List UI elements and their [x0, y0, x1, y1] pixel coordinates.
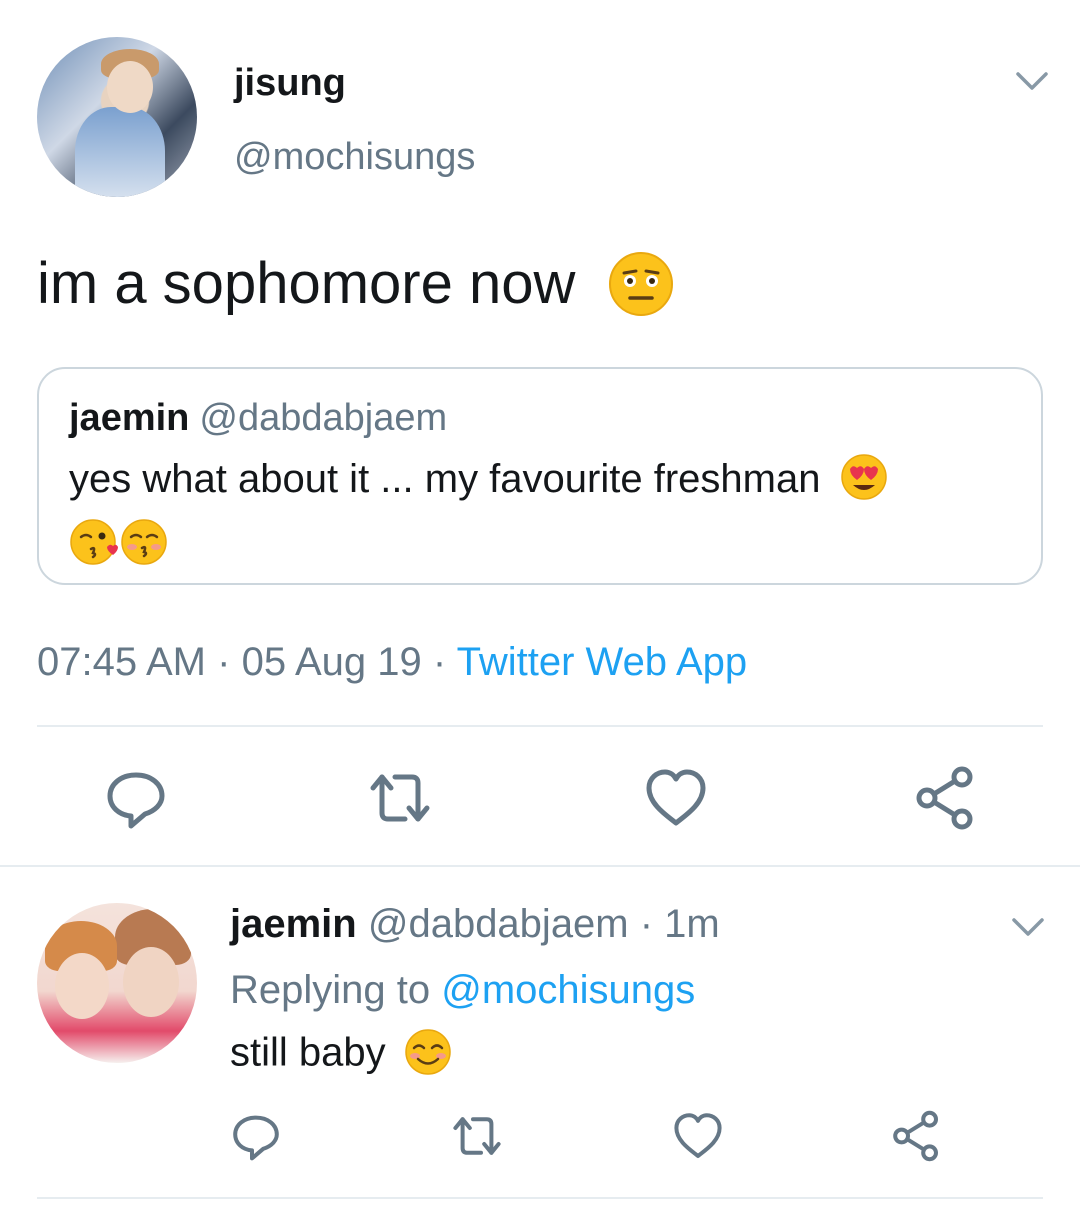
neutral-face-emoji: [608, 251, 674, 317]
meta-separator: ·: [217, 640, 231, 684]
divider: [0, 865, 1080, 867]
quoted-text-content: yes what about it ... my favourite fresh…: [69, 457, 821, 501]
replying-to-mention[interactable]: @mochisungs: [441, 968, 695, 1012]
replying-to-label: Replying to: [230, 968, 431, 1012]
share-icon[interactable]: [910, 763, 980, 833]
reply-time: · 1m: [639, 902, 720, 946]
author-handle[interactable]: @mochisungs: [234, 136, 475, 179]
tweet-meta: 07:45 AM · 05 Aug 19 · Twitter Web App: [37, 640, 747, 685]
divider: [37, 1197, 1043, 1199]
avatar[interactable]: [37, 903, 197, 1063]
tweet-source-link[interactable]: Twitter Web App: [457, 640, 748, 684]
like-icon[interactable]: [641, 763, 711, 833]
reply-text-content: still baby: [230, 1030, 386, 1075]
share-icon[interactable]: [888, 1108, 944, 1164]
smiling-blush-emoji: [403, 1027, 453, 1077]
quoted-tweet-header: jaemin @dabdabjaem: [69, 397, 447, 440]
quoted-author-handle: @dabdabjaem: [199, 397, 448, 439]
avatar-figure-face: [123, 947, 179, 1017]
chevron-down-icon[interactable]: [1008, 912, 1048, 942]
tweet-text-content: im a sophomore now: [37, 251, 576, 316]
chevron-down-icon[interactable]: [1012, 66, 1052, 96]
quoted-author-name: jaemin: [69, 397, 190, 439]
reply-header: jaemin @dabdabjaem · 1m: [230, 902, 720, 947]
reply-text: still baby: [230, 1027, 453, 1080]
divider: [37, 725, 1043, 727]
avatar-figure-face: [55, 953, 109, 1019]
heart-eyes-emoji: [840, 453, 888, 501]
avatar[interactable]: [37, 37, 197, 197]
replying-to: Replying to @mochisungs: [230, 968, 695, 1013]
tweet-text: im a sophomore now: [37, 250, 674, 321]
quoted-tweet[interactable]: jaemin @dabdabjaem yes what about it ... …: [37, 367, 1043, 585]
tweet-time: 07:45 AM: [37, 640, 207, 684]
tweet-date: 05 Aug 19: [241, 640, 422, 684]
retweet-icon[interactable]: [365, 763, 435, 833]
kissing-closed-eyes-emoji: [119, 517, 169, 567]
kissing-wink-emoji: [69, 517, 119, 567]
meta-separator: ·: [432, 640, 447, 684]
author-name[interactable]: jisung: [234, 62, 346, 105]
reply-author-name[interactable]: jaemin: [230, 902, 357, 946]
reply-icon[interactable]: [228, 1108, 284, 1164]
reply-icon[interactable]: [101, 763, 171, 833]
quoted-tweet-text: yes what about it ... my favourite fresh…: [69, 454, 888, 505]
retweet-icon[interactable]: [449, 1108, 505, 1164]
avatar-figure-coat: [75, 107, 165, 197]
reply-author-handle[interactable]: @dabdabjaem: [368, 902, 629, 946]
like-icon[interactable]: [670, 1108, 726, 1164]
quoted-tweet-emojis: [69, 517, 169, 567]
avatar-figure-face: [107, 61, 153, 113]
